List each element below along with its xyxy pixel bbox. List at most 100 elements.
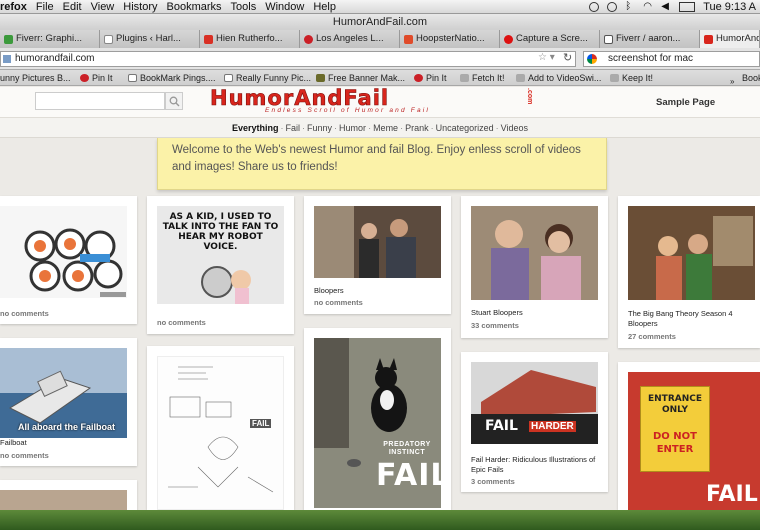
tab-fiverr-graphics[interactable]: Fiverr: Graphi... xyxy=(0,30,100,48)
tab-hoopster[interactable]: HoopsterNatio... xyxy=(400,30,500,48)
menu-clock[interactable]: Tue 9:13 A xyxy=(703,0,756,14)
card-kid-fan[interactable]: AS A KID, I USED TO TALK INTO THE FAN TO… xyxy=(147,196,294,334)
card-big-bang[interactable]: The Big Bang Theory Season 4 Bloopers 27… xyxy=(618,196,760,348)
bookmark-funny-pictures[interactable]: unny Pictures B... xyxy=(0,70,71,86)
failboat-image[interactable]: All aboard the Failboat xyxy=(0,348,127,438)
comment-count[interactable]: 27 comments xyxy=(628,332,676,341)
fail-harder-image[interactable]: FAIL HARDER xyxy=(471,362,598,444)
url-text: humorandfail.com xyxy=(15,53,95,64)
bloopers-illustration xyxy=(314,206,441,278)
bookmark-videoswipe[interactable]: Add to VideoSwi... xyxy=(516,70,601,86)
reload-icon[interactable]: ↻ xyxy=(563,51,572,64)
card-bloopers[interactable]: Bloopers no comments xyxy=(304,196,451,314)
site-search-input[interactable] xyxy=(35,92,165,110)
tab-gmail[interactable]: Hien Rutherfo... xyxy=(200,30,300,48)
bookmark-keep-it[interactable]: Keep It! xyxy=(610,70,653,86)
bookmark-star-icon[interactable]: ☆ ▾ xyxy=(538,52,555,63)
drawing-illustration xyxy=(168,366,274,493)
card-stuart-bloopers[interactable]: Stuart Bloopers 33 comments xyxy=(461,196,608,338)
card-fail-harder[interactable]: FAIL HARDER Fail Harder: Ridiculous Illu… xyxy=(461,352,608,492)
menu-bookmarks[interactable]: Bookmarks xyxy=(167,0,231,13)
bookmark-book[interactable]: » Book xyxy=(730,70,760,86)
menu-file[interactable]: File xyxy=(36,0,63,13)
menu-extras: ᛒ ◠ ◀ Tue 9:13 A xyxy=(589,0,756,14)
card-title[interactable]: Fail Harder: Ridiculous Illustrations of… xyxy=(471,455,596,475)
card-drawing[interactable]: FAIL xyxy=(147,346,294,510)
menu-edit[interactable]: Edit xyxy=(63,0,91,13)
category-videos[interactable]: Videos xyxy=(501,123,528,133)
bigbang-video-thumb[interactable] xyxy=(628,206,755,300)
search-bar[interactable]: screenshot for mac xyxy=(583,51,760,67)
category-humor[interactable]: Humor xyxy=(339,123,366,133)
category-funny[interactable]: Funny xyxy=(307,123,332,133)
drawing-image[interactable]: FAIL xyxy=(157,356,284,510)
bookmark-pin-it-1[interactable]: Pin It xyxy=(80,70,113,86)
google-icon[interactable] xyxy=(587,54,597,64)
menu-app-name[interactable]: refox xyxy=(0,0,36,13)
menu-view[interactable]: View xyxy=(91,0,124,13)
bookmark-fetch-it[interactable]: Fetch It! xyxy=(460,70,505,86)
red-circle-icon xyxy=(504,34,513,44)
category-nav: Everything · Fail · Funny · Humor · Meme · Prank · U… xyxy=(0,117,760,138)
tab-label: HoopsterNatio... xyxy=(416,33,485,44)
bloopers-video-thumb[interactable] xyxy=(314,206,441,278)
site-logo[interactable]: HumorAndFail Endless Scroll of Humor and… xyxy=(210,87,550,116)
comment-count[interactable]: 3 comments xyxy=(471,477,515,486)
cat-image[interactable]: PREDATORY INSTINCT FAIL xyxy=(314,338,441,508)
url-bar[interactable]: humorandfail.com xyxy=(0,51,576,67)
comment-count[interactable]: no comments xyxy=(0,451,49,460)
tab-label: Fiverr: Graphi... xyxy=(16,33,82,44)
hoopster-icon xyxy=(404,34,413,44)
kid-fan-image[interactable]: AS A KID, I USED TO TALK INTO THE FAN TO… xyxy=(157,206,284,304)
site-identity-icon[interactable] xyxy=(3,55,11,63)
comment-count[interactable]: no comments xyxy=(314,298,363,307)
wifi-icon[interactable]: ◠ xyxy=(643,2,653,12)
menu-help[interactable]: Help xyxy=(313,0,345,13)
cloud-icon[interactable] xyxy=(589,2,600,12)
tab-plugins[interactable]: Plugins ‹ Harl... xyxy=(100,30,200,48)
bookmark-really-funny[interactable]: Really Funny Pic... xyxy=(224,70,311,86)
tab-fiverr-aaron[interactable]: Fiverr / aaron... xyxy=(600,30,700,48)
category-prank[interactable]: Prank xyxy=(405,123,429,133)
stuart-video-thumb[interactable] xyxy=(471,206,598,300)
bookmark-pin-it-2[interactable]: Pin It xyxy=(414,70,447,86)
bluetooth-icon[interactable]: ᛒ xyxy=(625,2,635,12)
tab-los-angeles[interactable]: Los Angeles L... xyxy=(300,30,400,48)
sign-text-donotenter: DO NOT ENTER xyxy=(653,431,697,455)
bookmark-label: Free Banner Mak... xyxy=(328,73,406,83)
timemachine-icon[interactable] xyxy=(607,2,618,12)
category-uncategorized[interactable]: Uncategorized xyxy=(436,123,494,133)
category-everything[interactable]: Everything xyxy=(232,123,279,133)
card-title[interactable]: The Big Bang Theory Season 4 Bloopers xyxy=(628,309,750,329)
site-search-button[interactable] xyxy=(165,92,183,110)
battery-icon[interactable] xyxy=(679,2,696,12)
pinterest-icon xyxy=(304,34,313,44)
comment-count[interactable]: no comments xyxy=(157,318,206,327)
entrance-image[interactable]: ENTRANCE ONLY DO NOT ENTER FAIL xyxy=(628,372,760,510)
category-fail[interactable]: Fail xyxy=(286,123,301,133)
sushi-image[interactable] xyxy=(0,206,127,298)
comment-count[interactable]: no comments xyxy=(0,309,49,318)
pinterest-icon xyxy=(414,74,423,82)
sample-page-link[interactable]: Sample Page xyxy=(656,97,715,108)
card-sushi[interactable]: no comments xyxy=(0,196,137,324)
menu-history[interactable]: History xyxy=(123,0,166,13)
card-title[interactable]: Bloopers xyxy=(314,286,344,296)
search-text: screenshot for mac xyxy=(608,53,694,64)
card-cat[interactable]: PREDATORY INSTINCT FAIL xyxy=(304,328,451,510)
tab-humorandfail[interactable]: HumorAndFail... xyxy=(700,30,760,48)
category-meme[interactable]: Meme xyxy=(373,123,398,133)
tab-capture[interactable]: Capture a Scre... xyxy=(500,30,600,48)
mac-menu-bar: refox File Edit View History Bookmarks T… xyxy=(0,0,760,14)
volume-icon[interactable]: ◀ xyxy=(661,2,671,12)
comment-count[interactable]: 33 comments xyxy=(471,321,519,330)
bookmark-banner[interactable]: Free Banner Mak... xyxy=(316,70,405,86)
site-header: HumorAndFail Endless Scroll of Humor and… xyxy=(0,87,760,117)
menu-tools[interactable]: Tools xyxy=(231,0,266,13)
menu-window[interactable]: Window xyxy=(265,0,313,13)
card-title[interactable]: Stuart Bloopers xyxy=(471,308,523,318)
bookmark-pings[interactable]: BookMark Pings.... xyxy=(128,70,216,86)
card-entrance-only[interactable]: ENTRANCE ONLY DO NOT ENTER FAIL xyxy=(618,362,760,510)
card-failboat[interactable]: All aboard the Failboat Failboat no comm… xyxy=(0,338,137,466)
card-title[interactable]: Failboat xyxy=(0,438,27,448)
